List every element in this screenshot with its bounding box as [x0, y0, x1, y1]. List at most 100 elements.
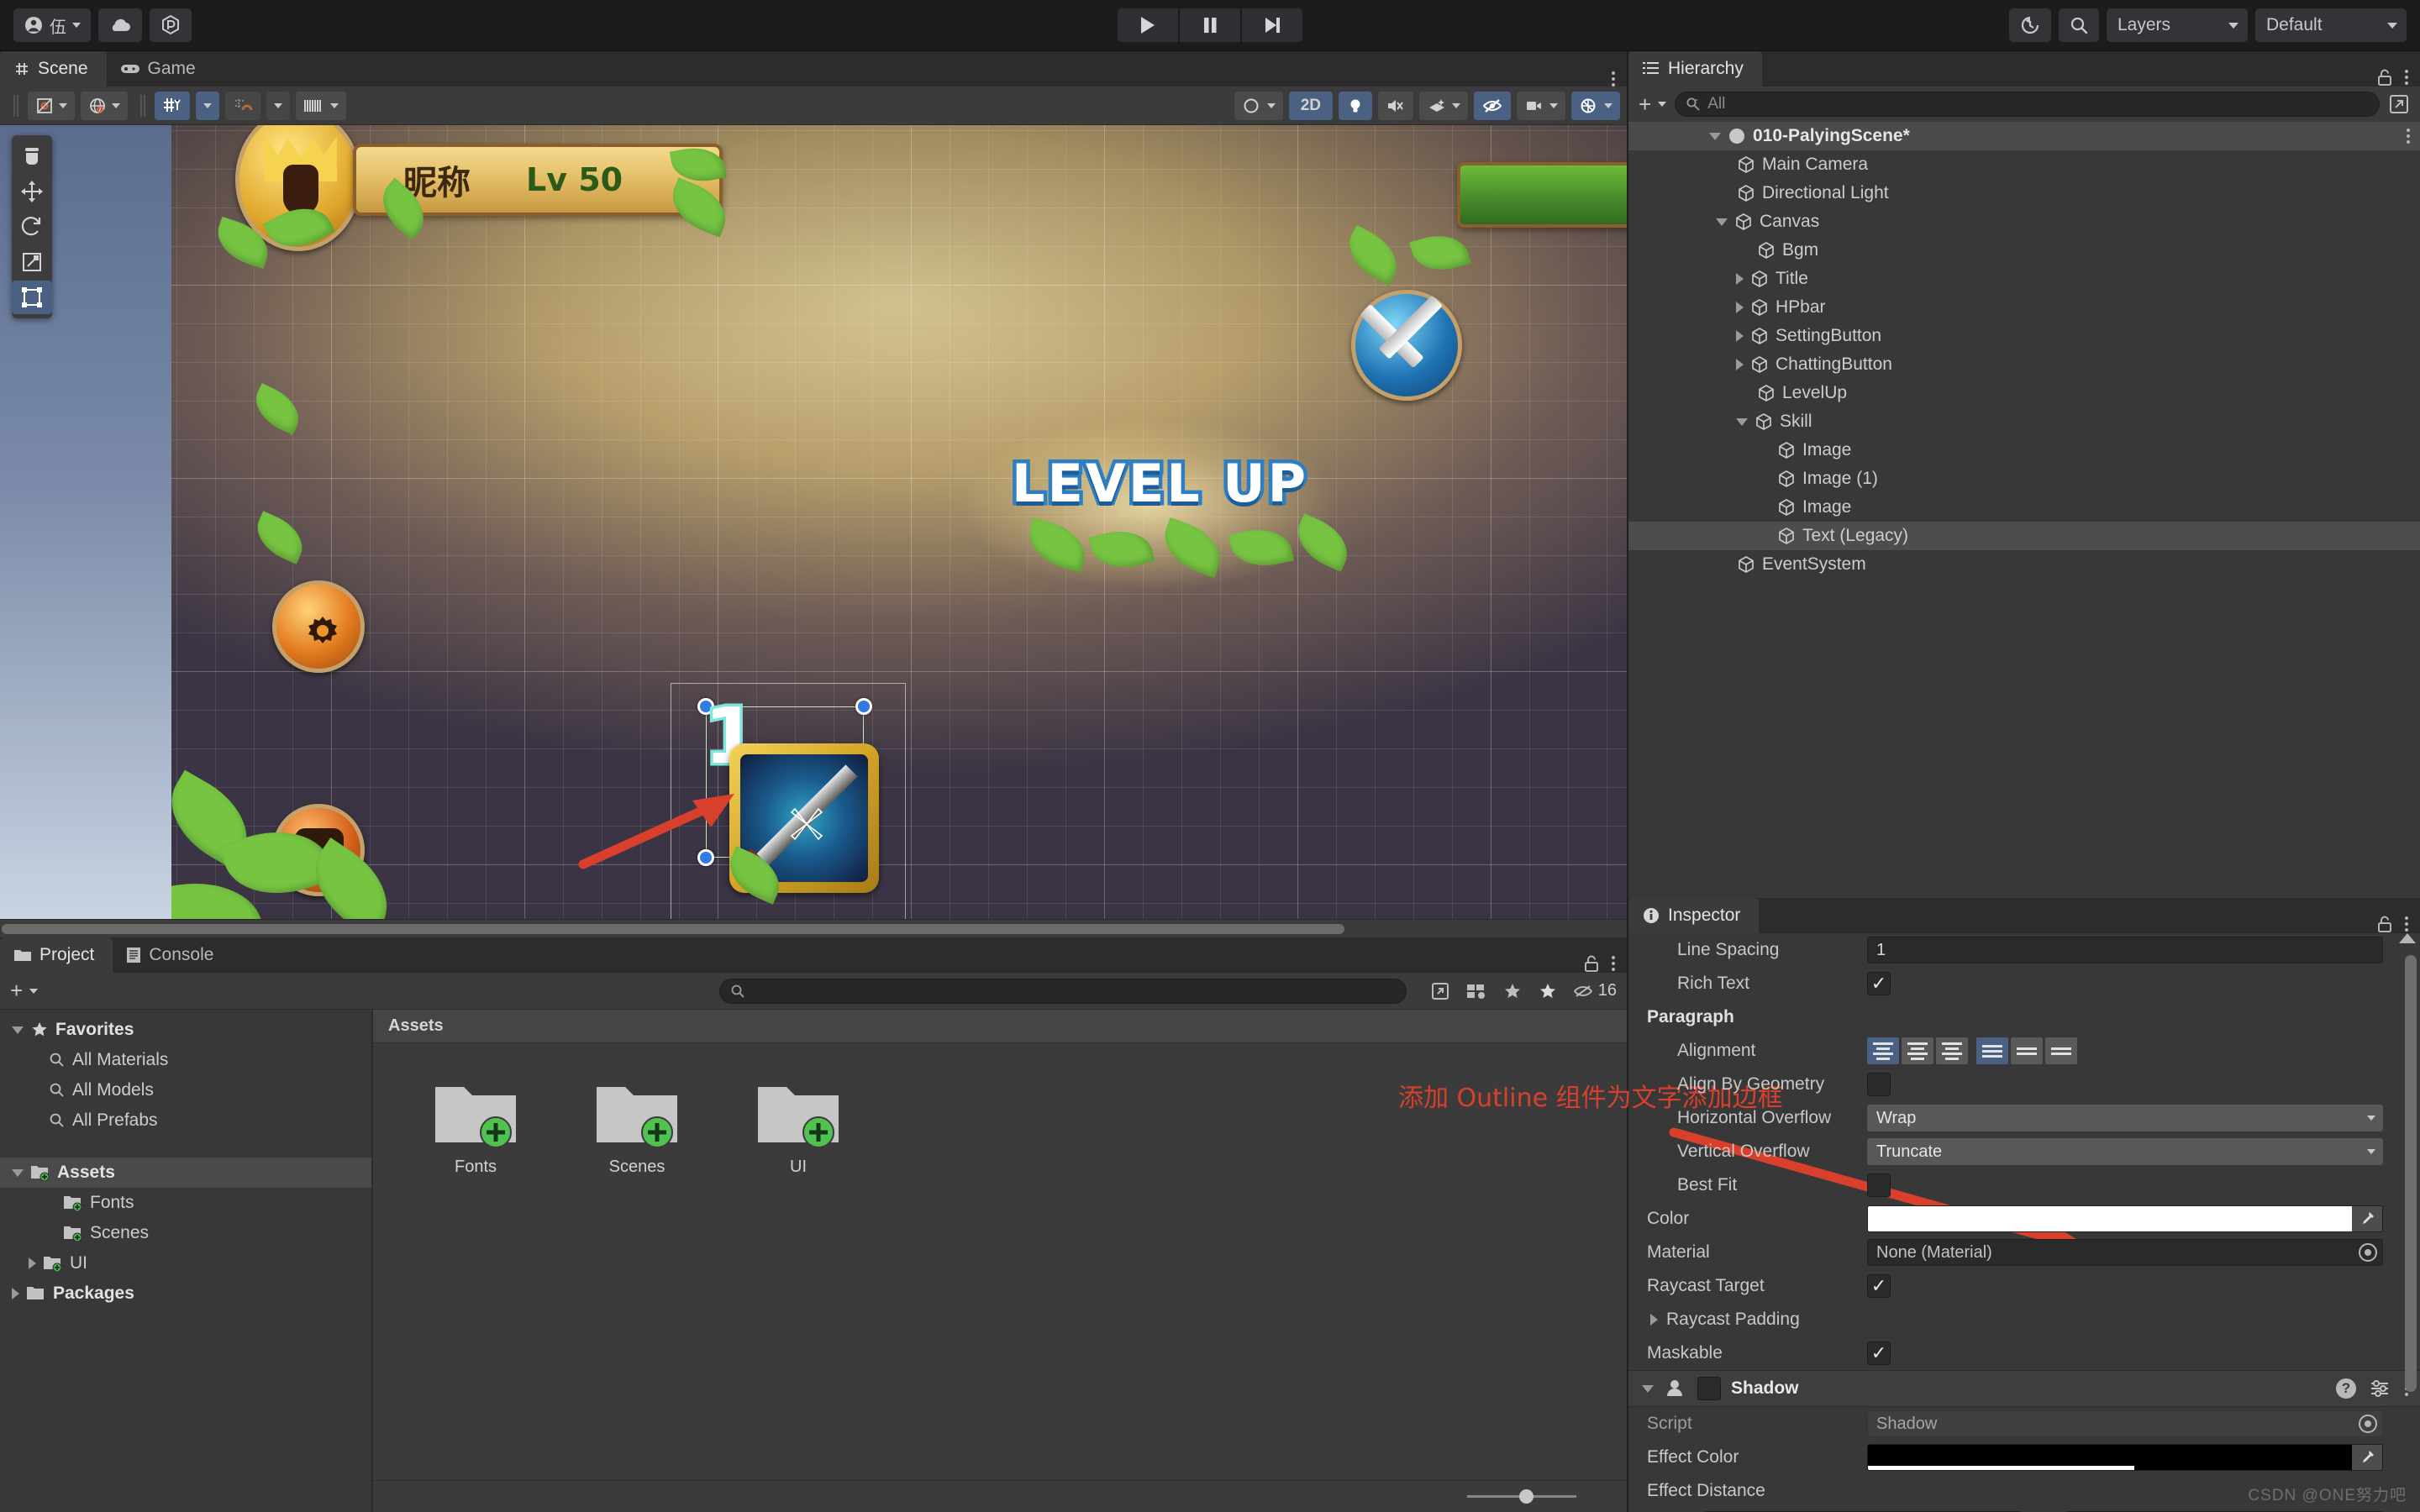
align-by-geometry-checkbox[interactable]: [1867, 1073, 1891, 1096]
package-manager-button[interactable]: [150, 8, 192, 42]
asset-item[interactable]: UI: [750, 1080, 847, 1177]
tree-all-materials[interactable]: All Materials: [0, 1045, 371, 1075]
hierarchy-item-chattingbutton[interactable]: ChattingButton: [1628, 350, 2420, 379]
rect-tool[interactable]: [12, 281, 52, 314]
eyedropper-icon[interactable]: [2352, 1206, 2382, 1231]
account-button[interactable]: 伍: [13, 8, 91, 42]
hierarchy-item-image-2[interactable]: Image: [1628, 493, 2420, 522]
toggle-2d-button[interactable]: 2D: [1288, 91, 1333, 120]
tree-favorites[interactable]: Favorites: [0, 1015, 371, 1045]
scene-visibility-button[interactable]: [1474, 91, 1511, 120]
hierarchy-item-settingbutton[interactable]: SettingButton: [1628, 322, 2420, 350]
object-picker-icon[interactable]: [2359, 1415, 2377, 1433]
preset-icon[interactable]: [2370, 1379, 2391, 1398]
favorite-icon[interactable]: [1502, 981, 1523, 1001]
shadow-component-header[interactable]: Shadow ?: [1628, 1370, 2420, 1407]
magnet-snap-dropdown[interactable]: [266, 91, 290, 120]
resize-handle-tr[interactable]: [855, 698, 872, 715]
asset-item[interactable]: Fonts: [427, 1080, 524, 1177]
hierarchy-item-main-camera[interactable]: Main Camera: [1628, 150, 2420, 179]
raycast-target-checkbox[interactable]: ✓: [1867, 1274, 1891, 1298]
tree-packages[interactable]: Packages: [0, 1278, 371, 1309]
tree-all-prefabs[interactable]: All Prefabs: [0, 1105, 371, 1136]
gizmos-button[interactable]: [1571, 91, 1620, 120]
magnet-snap-button[interactable]: [225, 91, 260, 120]
scene-options-icon[interactable]: [2407, 129, 2410, 144]
material-object-field[interactable]: None (Material): [1867, 1239, 2383, 1266]
lock-icon[interactable]: [1583, 954, 1600, 973]
hierarchy-item-canvas[interactable]: Canvas: [1628, 207, 2420, 236]
setting-button[interactable]: [272, 580, 365, 673]
lock-icon[interactable]: [2376, 915, 2393, 933]
step-button[interactable]: [1242, 8, 1302, 42]
shadow-enabled-checkbox[interactable]: [1697, 1377, 1721, 1400]
color-field[interactable]: [1867, 1205, 2383, 1232]
maskable-checkbox[interactable]: ✓: [1867, 1341, 1891, 1365]
help-icon[interactable]: ?: [2336, 1378, 2356, 1399]
chevron-right-icon[interactable]: [1650, 1314, 1658, 1326]
grid-snap-button[interactable]: [155, 91, 190, 120]
tree-scenes[interactable]: Scenes: [0, 1218, 371, 1248]
pivot-mode-button[interactable]: [28, 91, 75, 120]
tree-fonts[interactable]: Fonts: [0, 1188, 371, 1218]
zoom-slider[interactable]: [1467, 1489, 1576, 1504]
rich-text-checkbox[interactable]: ✓: [1867, 972, 1891, 995]
object-picker-icon[interactable]: [2359, 1243, 2377, 1262]
vertical-overflow-dropdown[interactable]: Truncate: [1867, 1138, 2383, 1165]
tab-hierarchy[interactable]: Hierarchy: [1628, 51, 1762, 87]
hierarchy-item-eventsystem[interactable]: EventSystem: [1628, 550, 2420, 579]
scene-options-icon[interactable]: [1612, 71, 1615, 87]
scrollbar-thumb[interactable]: [2405, 955, 2417, 1392]
hierarchy-item-title[interactable]: Title: [1628, 265, 2420, 293]
lighting-button[interactable]: [1339, 91, 1372, 120]
project-search-input[interactable]: [719, 978, 1407, 1004]
shading-mode-button[interactable]: [1234, 91, 1283, 120]
align-right-button[interactable]: [1936, 1037, 1968, 1064]
search-button[interactable]: [2059, 8, 2099, 42]
hierarchy-search-input[interactable]: All: [1675, 92, 2380, 117]
inspector-options-icon[interactable]: [2405, 916, 2408, 932]
scale-tool[interactable]: [12, 245, 52, 279]
align-left-button[interactable]: [1867, 1037, 1899, 1064]
ruler-button[interactable]: [296, 91, 346, 120]
shadow-effect-color-field[interactable]: [1867, 1444, 2383, 1471]
open-external-icon[interactable]: [1430, 981, 1450, 1001]
layout-grid-icon[interactable]: [1465, 981, 1487, 1001]
hierarchy-item-image-1[interactable]: Image (1): [1628, 465, 2420, 493]
tree-ui[interactable]: UI: [0, 1248, 371, 1278]
open-prefab-icon[interactable]: [2388, 93, 2410, 115]
chevron-down-icon[interactable]: [1642, 1384, 1654, 1393]
hierarchy-options-icon[interactable]: [2405, 70, 2408, 85]
shadow-script-field[interactable]: Shadow: [1867, 1410, 2383, 1437]
align-top-button[interactable]: [1976, 1037, 2008, 1064]
resize-handle-bl[interactable]: [697, 849, 714, 866]
best-fit-checkbox[interactable]: [1867, 1173, 1891, 1197]
cloud-button[interactable]: [98, 8, 142, 42]
align-bottom-button[interactable]: [2045, 1037, 2077, 1064]
asset-item[interactable]: Scenes: [588, 1080, 686, 1177]
scene-viewport[interactable]: 昵称 Lv 50 580: [0, 125, 1627, 919]
align-center-button[interactable]: [1902, 1037, 1933, 1064]
tree-assets[interactable]: Assets: [0, 1158, 371, 1188]
tree-all-models[interactable]: All Models: [0, 1075, 371, 1105]
hierarchy-item-directional-light[interactable]: Directional Light: [1628, 179, 2420, 207]
hierarchy-item-skill[interactable]: Skill: [1628, 407, 2420, 436]
scene-horizontal-scrollbar[interactable]: [0, 919, 1627, 937]
scrollbar-thumb[interactable]: [2, 924, 1344, 934]
hierarchy-item-levelup[interactable]: LevelUp: [1628, 379, 2420, 407]
star-icon[interactable]: [1538, 981, 1558, 1001]
rotate-tool[interactable]: [12, 210, 52, 244]
hierarchy-item-bgm[interactable]: Bgm: [1628, 236, 2420, 265]
eyedropper-icon[interactable]: [2352, 1445, 2382, 1470]
grid-snap-dropdown[interactable]: [196, 91, 219, 120]
effects-button[interactable]: [1419, 91, 1468, 120]
pause-button[interactable]: [1180, 8, 1240, 42]
scroll-up-arrow[interactable]: [2399, 933, 2416, 943]
slider-knob[interactable]: [1519, 1489, 1534, 1504]
tab-project[interactable]: Project: [0, 937, 113, 973]
tab-console[interactable]: Console: [113, 937, 232, 973]
tab-game[interactable]: Game: [107, 51, 214, 87]
audio-button[interactable]: [1378, 91, 1413, 120]
camera-button[interactable]: [1517, 91, 1565, 120]
line-spacing-input[interactable]: 1: [1867, 937, 2383, 963]
